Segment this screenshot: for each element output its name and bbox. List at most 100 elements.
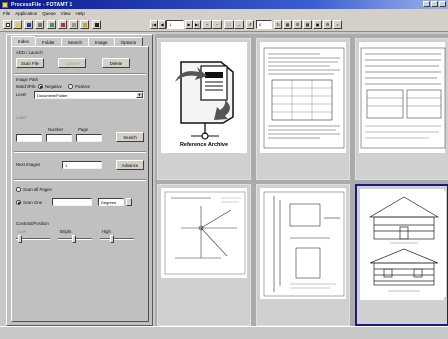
full-view-icon[interactable]: ▣	[313, 20, 322, 29]
slider-thumb[interactable]	[18, 235, 22, 243]
search-button[interactable]: Search	[116, 132, 144, 142]
print-icon[interactable]	[35, 20, 44, 29]
thumbnail-6[interactable]	[355, 184, 448, 326]
next-images-label: Next Images	[16, 162, 41, 167]
first-page-button[interactable]: |◀	[150, 20, 158, 29]
page-number-field[interactable]: 1	[166, 20, 184, 29]
negative-label: Negative	[45, 84, 62, 89]
negative-radio[interactable]	[38, 84, 43, 89]
scan-all-pages-radio[interactable]	[16, 187, 21, 192]
scan-file-button[interactable]: Scan File	[16, 58, 44, 68]
low-slider[interactable]	[16, 235, 50, 243]
thumbnail-2[interactable]	[256, 38, 350, 180]
grid-view-icon[interactable]: ▦	[283, 20, 292, 29]
tab-image[interactable]: Image	[88, 37, 115, 46]
positive-label: Positive	[75, 84, 91, 89]
close-button[interactable]	[439, 1, 446, 7]
degrees-value: Degrees	[101, 199, 117, 205]
level-value: Document/Folder	[37, 92, 68, 98]
menu-view[interactable]: View	[61, 11, 71, 16]
zoom-field[interactable]: 0	[256, 20, 272, 29]
menu-application[interactable]: Application	[15, 11, 37, 16]
divider	[14, 73, 146, 75]
window-title: ProcessFile - FOTAMT 1	[11, 1, 73, 8]
thumbnail-5[interactable]	[256, 184, 350, 326]
chevron-down-icon[interactable]: ▼	[136, 92, 143, 98]
next-images-input[interactable]: 1	[62, 161, 102, 169]
minimize-button[interactable]	[423, 1, 430, 7]
zoom-in-icon[interactable]: +	[202, 20, 212, 29]
close-doc-icon[interactable]: ×	[333, 20, 342, 29]
new-icon[interactable]	[3, 20, 12, 29]
divider	[14, 151, 146, 153]
scan-one-input[interactable]	[52, 198, 92, 206]
document-preview	[263, 47, 345, 149]
thumbnail-3[interactable]	[355, 38, 448, 180]
window-controls	[423, 1, 446, 7]
scan-one-radio[interactable]	[16, 200, 21, 205]
fit-page-icon[interactable]: □	[224, 20, 234, 29]
label-input[interactable]	[16, 134, 42, 142]
open-icon[interactable]	[13, 20, 22, 29]
rotate-left-icon[interactable]: ↺	[246, 20, 254, 29]
cut-icon[interactable]	[58, 20, 67, 29]
help-icon[interactable]	[92, 20, 101, 29]
thumbnail-1[interactable]: Reference Archive	[157, 38, 251, 180]
copy-icon[interactable]	[69, 20, 78, 29]
tab-index[interactable]: Index	[11, 36, 37, 46]
scan-one-label: Scan One	[23, 200, 43, 205]
menu-queue[interactable]: Queue	[42, 11, 56, 16]
status-bar	[0, 326, 448, 339]
tab-search[interactable]: Search	[60, 37, 90, 46]
page-preview	[359, 42, 446, 153]
thumbnail-caption: Reference Archive	[179, 142, 229, 148]
page-preview	[260, 188, 346, 299]
fit-width-icon[interactable]: ↔	[234, 20, 244, 29]
tab-folder[interactable]: Folder	[35, 37, 62, 46]
advance-button[interactable]: Advance	[116, 160, 144, 170]
rotate-right-icon[interactable]: ↻	[274, 20, 282, 29]
label-caption: Label	[16, 115, 27, 120]
paste-icon[interactable]	[80, 20, 89, 29]
number-header: Number	[48, 127, 64, 132]
settings-icon[interactable]: ⚙	[323, 20, 332, 29]
level-label: Level	[16, 92, 27, 97]
thumbnail-4[interactable]	[157, 184, 251, 326]
toolbar: |◀ ◀ 1 ▶ ▶| + − □ ↔ ↺ 0 ↻ ▦ ☰ ▩ ▣ ⚙ ×	[0, 17, 448, 32]
slider-thumb[interactable]	[110, 235, 114, 243]
thumbnail-view-icon[interactable]: ▩	[303, 20, 312, 29]
slider-bright-label: Bright	[60, 229, 72, 234]
slider-thumb[interactable]	[72, 235, 76, 243]
page-input[interactable]	[76, 134, 102, 142]
next-page-button[interactable]: ▶	[185, 20, 193, 29]
page-preview: Reference Archive	[161, 42, 247, 153]
scan-icon[interactable]	[47, 20, 56, 29]
page-preview	[260, 42, 346, 153]
page-preview	[161, 188, 247, 278]
high-slider[interactable]	[100, 235, 134, 243]
drawing-preview	[164, 191, 246, 275]
building-elevation-preview	[362, 191, 446, 297]
zoom-out-icon[interactable]: −	[212, 20, 222, 29]
menu-file[interactable]: File	[3, 11, 10, 16]
slider-high-label: High	[102, 229, 111, 234]
app-icon	[2, 1, 8, 8]
level-dropdown[interactable]: Document/Folder ▼	[34, 91, 144, 99]
save-icon[interactable]	[24, 20, 33, 29]
menu-help[interactable]: Help	[75, 11, 84, 16]
bright-slider[interactable]	[58, 235, 92, 243]
prev-page-button[interactable]: ◀	[158, 20, 166, 29]
degrees-dropdown[interactable]: Degrees	[98, 198, 124, 206]
tab-options[interactable]: Options	[113, 37, 144, 46]
list-view-icon[interactable]: ☰	[293, 20, 302, 29]
degrees-spinner[interactable]	[126, 198, 132, 206]
positive-radio[interactable]	[68, 84, 73, 89]
delete-button[interactable]: Delete	[102, 58, 130, 68]
last-page-button[interactable]: ▶|	[193, 20, 201, 29]
match-label: Match/File	[16, 84, 36, 89]
number-input[interactable]	[46, 134, 72, 142]
maximize-button[interactable]	[431, 1, 438, 7]
panel-body: ADD / Launch Scan File Cancel Delete Ima…	[11, 46, 149, 322]
divider	[14, 179, 146, 181]
cancel-button[interactable]: Cancel	[58, 58, 86, 68]
